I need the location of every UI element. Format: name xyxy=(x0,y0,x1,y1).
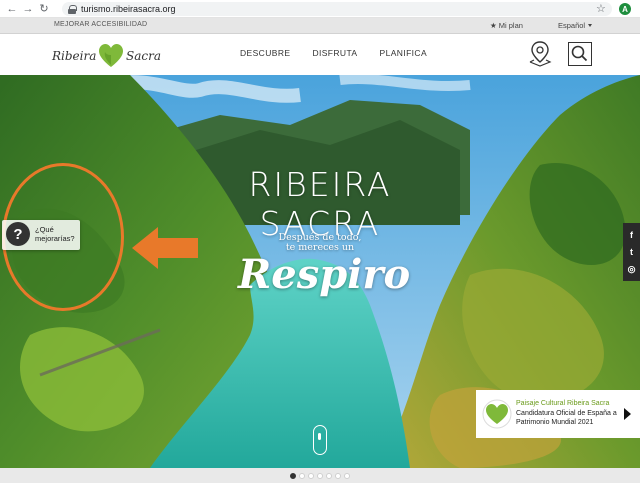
promo-title: Paisaje Cultural Ribeira Sacra xyxy=(516,400,610,407)
scroll-down-indicator[interactable] xyxy=(313,425,327,455)
search-icon xyxy=(571,45,588,62)
feedback-label: ¿Qué mejorarías? xyxy=(35,225,75,243)
logo-text-right: Sacra xyxy=(126,49,161,63)
language-selector[interactable]: Español xyxy=(558,21,593,30)
promo-line2: Patrimonio Mundial 2021 xyxy=(516,419,594,426)
bookmark-star-icon[interactable]: ☆ xyxy=(596,2,606,15)
play-arrow-icon[interactable] xyxy=(624,408,631,420)
carousel-dot[interactable] xyxy=(326,472,332,479)
heart-logo-icon xyxy=(99,44,123,67)
carousel-dot[interactable] xyxy=(317,472,323,479)
search-button[interactable] xyxy=(568,42,592,66)
back-icon[interactable]: ← xyxy=(4,1,20,17)
forward-icon[interactable]: → xyxy=(20,1,36,17)
my-plan-label: Mi plan xyxy=(498,21,523,30)
scroll-dot xyxy=(318,433,321,440)
heart-logo-icon xyxy=(482,399,512,429)
chevron-down-icon xyxy=(588,24,593,27)
accessibility-link[interactable]: MEJORAR ACCESIBILIDAD xyxy=(54,21,147,28)
feedback-widget[interactable]: ? ¿Qué mejorarías? xyxy=(2,220,80,250)
carousel-dot[interactable] xyxy=(308,472,314,479)
main-nav: DESCUBRE DISFRUTA PLANIFICA xyxy=(240,48,427,58)
profile-avatar[interactable]: A xyxy=(619,3,631,15)
twitter-icon[interactable]: t xyxy=(630,247,633,257)
reload-icon[interactable]: ↻ xyxy=(36,1,52,17)
carousel-dot[interactable] xyxy=(299,472,305,479)
language-label: Español xyxy=(558,21,586,30)
carousel-dot[interactable] xyxy=(290,472,296,479)
instagram-icon[interactable]: ◎ xyxy=(628,264,636,275)
utility-bar: MEJORAR ACCESIBILIDAD ★ Mi plan Español xyxy=(0,18,640,34)
nav-disfruta[interactable]: DISFRUTA xyxy=(312,48,357,58)
facebook-icon[interactable]: f xyxy=(630,230,633,240)
feedback-label-line2: mejorarías? xyxy=(35,234,75,243)
carousel-pagination xyxy=(0,468,640,483)
site-logo[interactable]: Ribeira Sacra xyxy=(52,40,162,70)
map-pin-icon[interactable] xyxy=(528,40,552,68)
question-mark-icon: ? xyxy=(6,222,30,246)
carousel-dot[interactable] xyxy=(335,472,341,479)
nav-planifica[interactable]: PLANIFICA xyxy=(380,48,428,58)
annotation-arrow-icon xyxy=(132,227,198,269)
logo-text-left: Ribeira xyxy=(52,49,97,63)
hero-subtitle: Después de todo, te mereces un xyxy=(262,233,378,253)
site-header: Ribeira Sacra DESCUBRE DISFRUTA PLANIFIC… xyxy=(0,34,640,75)
star-icon: ★ xyxy=(490,21,497,30)
hero-script-title: Respiro xyxy=(238,251,411,298)
promo-card[interactable]: Paisaje Cultural Ribeira Sacra Candidatu… xyxy=(476,390,640,438)
url-text: turismo.ribeirasacra.org xyxy=(81,4,176,14)
carousel-dot[interactable] xyxy=(344,472,350,479)
nav-descubre[interactable]: DESCUBRE xyxy=(240,48,290,58)
social-bar: f t ◎ xyxy=(623,223,640,281)
lock-icon xyxy=(68,4,77,14)
address-bar[interactable]: turismo.ribeirasacra.org xyxy=(62,2,612,16)
promo-line1: Candidatura Oficial de España a xyxy=(516,410,617,417)
browser-toolbar: ← → ↻ turismo.ribeirasacra.org ☆ A xyxy=(0,0,640,18)
my-plan-link[interactable]: ★ Mi plan xyxy=(490,21,523,30)
feedback-label-line1: ¿Qué xyxy=(35,225,54,234)
